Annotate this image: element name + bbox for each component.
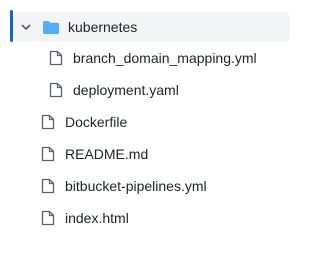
tree-item-label: index.html <box>65 210 129 226</box>
tree-item-kubernetes[interactable]: kubernetes <box>14 12 290 42</box>
tree-item-bitbucket-pipelines[interactable]: bitbucket-pipelines.yml <box>41 172 207 200</box>
chevron-down-icon[interactable] <box>16 12 36 42</box>
tree-item-label: README.md <box>65 146 149 162</box>
tree-item-dockerfile[interactable]: Dockerfile <box>41 108 127 136</box>
tree-item-branch-domain-mapping[interactable]: branch_domain_mapping.yml <box>49 44 257 72</box>
folder-icon <box>42 19 60 35</box>
file-icon <box>41 146 55 162</box>
tree-item-label: branch_domain_mapping.yml <box>73 50 257 66</box>
tree-item-label: deployment.yaml <box>73 82 179 98</box>
tree-item-readme[interactable]: README.md <box>41 140 148 168</box>
active-indicator <box>10 10 13 42</box>
file-icon <box>41 210 55 226</box>
file-icon <box>41 114 55 130</box>
file-tree: kubernetes branch_domain_mapping.yml dep… <box>0 0 305 267</box>
file-icon <box>49 82 63 98</box>
tree-item-index-html[interactable]: index.html <box>41 204 129 232</box>
file-icon <box>41 178 55 194</box>
tree-item-label: bitbucket-pipelines.yml <box>65 178 207 194</box>
tree-item-label: kubernetes <box>68 19 138 35</box>
tree-item-deployment[interactable]: deployment.yaml <box>49 76 179 104</box>
tree-item-label: Dockerfile <box>65 114 128 130</box>
file-icon <box>49 50 63 66</box>
